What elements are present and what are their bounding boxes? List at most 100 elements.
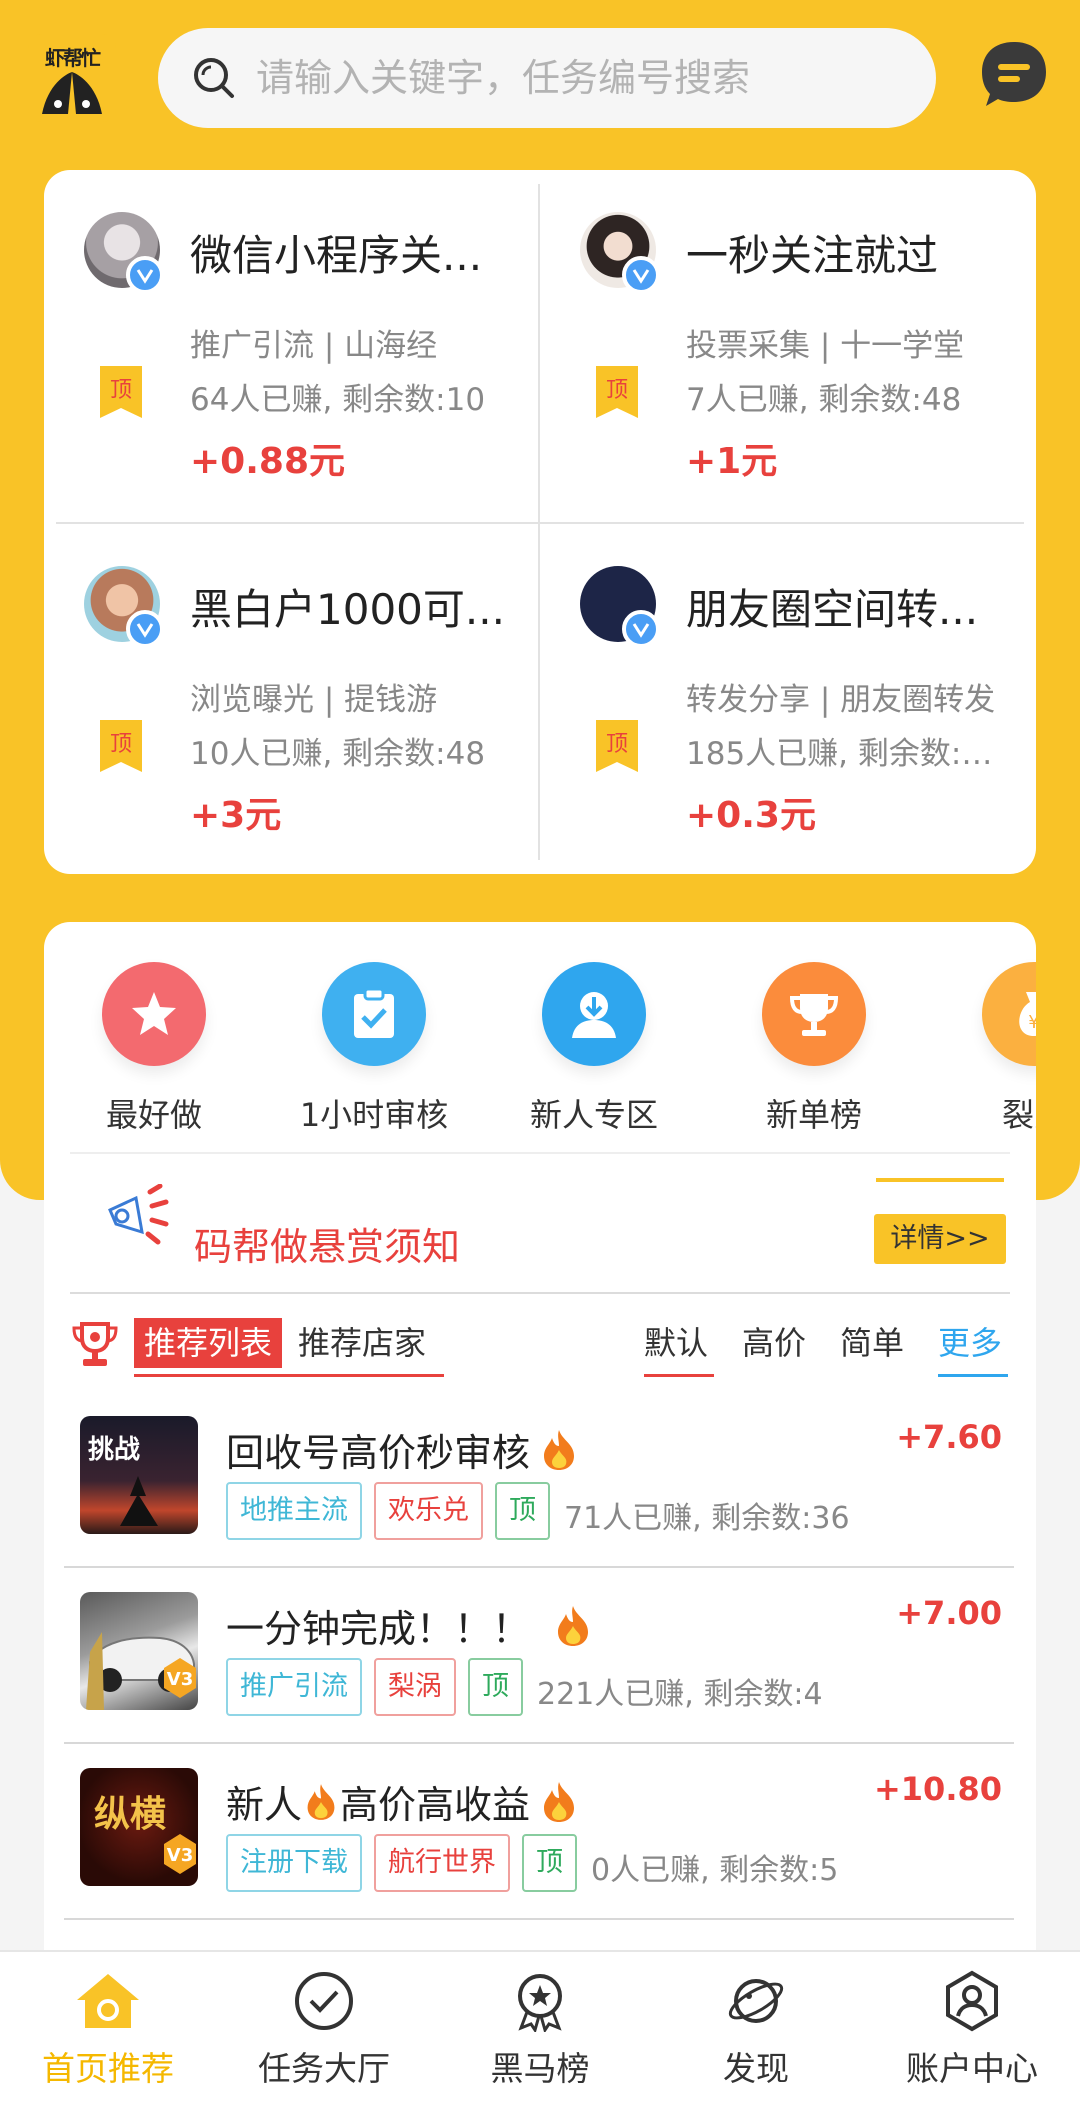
task-thumbnail: V3 (80, 1592, 198, 1710)
task-thumbnail: 挑战 (80, 1416, 198, 1534)
svg-text:顶: 顶 (110, 378, 132, 403)
task-reward: +0.3元 (686, 795, 816, 836)
sort-default[interactable]: 默认 (644, 1318, 708, 1368)
pinned-tasks-card: 微信小程序关... 顶 推广引流 | 山海经 64人已赚, 剩余数:10 +0.… (44, 170, 1036, 874)
tab-underline (134, 1374, 444, 1377)
task-list-item[interactable]: 挑战 回收号高价秒审核 +7.60 地推主流 欢乐兑 顶 71人已赚, 剩余数:… (64, 1392, 1014, 1568)
search-input[interactable] (256, 56, 896, 100)
task-category: 浏览曝光 | 提钱游 (190, 682, 438, 718)
task-price: +7.00 (896, 1594, 1002, 1632)
svg-text:V3: V3 (167, 1845, 193, 1866)
quick-menu-item-1h-review[interactable]: 1小时审核 (274, 962, 474, 1136)
task-reward: +1元 (686, 441, 778, 482)
nav-home[interactable]: 首页推荐 (0, 1970, 216, 2090)
nav-task-hall[interactable]: 任务大厅 (216, 1970, 432, 2090)
task-reward: +0.88元 (190, 441, 345, 482)
search-icon (194, 58, 234, 98)
svg-text:顶: 顶 (110, 732, 132, 757)
task-list-item[interactable]: V3 一分钟完成！！！ +7.00 推广引流 梨涡 顶 221人已赚, 剩余数:… (64, 1568, 1014, 1744)
tag-merchant: 欢乐兑 (374, 1482, 483, 1540)
tag-merchant: 航行世界 (374, 1834, 510, 1892)
pinned-task[interactable]: 朋友圈空间转... 顶 转发分享 | 朋友圈转发 185人已赚, 剩余数:9..… (540, 524, 1010, 864)
pinned-task[interactable]: 一秒关注就过 顶 投票采集 | 十一学堂 7人已赚, 剩余数:48 +1元 (540, 170, 1010, 510)
quick-menu-item-fission[interactable]: ¥ 裂变 (934, 962, 1036, 1136)
notice-text: 码帮做悬赏须知 (194, 1225, 461, 1269)
task-list-item[interactable]: 纵横 V3 新人 高价高收益 +10.80 注册下载 航行世界 顶 0人已赚, … (64, 1744, 1014, 1920)
person-download-icon (542, 962, 646, 1066)
tag-top: 顶 (468, 1658, 523, 1716)
task-category: 转发分享 | 朋友圈转发 (686, 682, 996, 718)
main-content: 码帮做悬赏须知 详情>> 推荐列表 推荐店家 默认 高价 简单 更多 挑战 回收… (44, 1152, 1036, 1952)
tab-recommended-shops[interactable]: 推荐店家 (298, 1318, 426, 1368)
fire-icon (544, 1781, 575, 1822)
quick-menu-item-newbie[interactable]: 新人专区 (494, 962, 694, 1136)
task-title: 一秒关注就过 (686, 231, 939, 280)
task-thumbnail: 纵横 V3 (80, 1768, 198, 1886)
details-button[interactable]: 详情>> (874, 1214, 1006, 1264)
task-tags: 地推主流 欢乐兑 顶 71人已赚, 剩余数:36 (226, 1482, 850, 1540)
divider (70, 1152, 1010, 1154)
pinned-task[interactable]: 黑白户1000可... 顶 浏览曝光 | 提钱游 10人已赚, 剩余数:48 +… (44, 524, 514, 864)
task-price: +10.80 (873, 1770, 1002, 1808)
top-pin-badge-icon: 顶 (100, 720, 142, 772)
quick-menu-item-new-ranking[interactable]: 新单榜 (714, 962, 914, 1136)
verified-icon (622, 610, 660, 648)
svg-text:V3: V3 (167, 1669, 193, 1690)
top-pin-badge-icon: 顶 (100, 366, 142, 418)
sort-more[interactable]: 更多 (938, 1318, 1002, 1368)
top-pin-badge-icon: 顶 (596, 720, 638, 772)
tag-merchant: 梨涡 (374, 1658, 456, 1716)
verified-icon (126, 256, 164, 294)
top-pin-badge-icon: 顶 (596, 366, 638, 418)
list-tabs: 推荐列表 推荐店家 默认 高价 简单 更多 (44, 1312, 1036, 1382)
quick-menu-item-easiest[interactable]: 最好做 (54, 962, 254, 1136)
divider (70, 1292, 1010, 1294)
tag-category: 注册下载 (226, 1834, 362, 1892)
sort-underline (644, 1374, 714, 1377)
pinned-task[interactable]: 微信小程序关... 顶 推广引流 | 山海经 64人已赚, 剩余数:10 +0.… (44, 170, 514, 510)
task-price: +7.60 (896, 1418, 1002, 1456)
task-title: 朋友圈空间转... (686, 585, 979, 634)
tag-category: 推广引流 (226, 1658, 362, 1716)
trophy-icon (72, 1322, 118, 1366)
svg-text:顶: 顶 (606, 732, 628, 757)
task-stats: 10人已赚, 剩余数:48 (190, 736, 486, 772)
nav-account[interactable]: 账户中心 (864, 1970, 1080, 2090)
bottom-nav: 首页推荐 任务大厅 黑马榜 发现 账户中心 (0, 1950, 1080, 2103)
nav-label: 发现 (723, 2049, 789, 2088)
task-category: 投票采集 | 十一学堂 (686, 328, 965, 364)
task-stats: 0人已赚, 剩余数:5 (591, 1853, 839, 1888)
task-tags: 注册下载 航行世界 顶 0人已赚, 剩余数:5 (226, 1834, 838, 1892)
verified-icon (622, 256, 660, 294)
nav-dark-horse[interactable]: 黑马榜 (432, 1970, 648, 2090)
nav-discover[interactable]: 发现 (648, 1970, 864, 2090)
tab-recommended-list[interactable]: 推荐列表 (134, 1318, 283, 1368)
planet-icon (728, 1979, 784, 2023)
sort-simple[interactable]: 简单 (840, 1318, 904, 1368)
megaphone-icon (108, 1184, 169, 1245)
fire-icon (558, 1605, 589, 1646)
task-stats: 64人已赚, 剩余数:10 (190, 382, 486, 418)
search-bar[interactable] (158, 28, 936, 128)
tag-top: 顶 (495, 1482, 550, 1540)
quick-menu-label: 1小时审核 (299, 1096, 449, 1134)
task-stats: 221人已赚, 剩余数:4 (537, 1677, 823, 1712)
tag-top: 顶 (522, 1834, 577, 1892)
message-icon[interactable] (978, 38, 1050, 110)
task-title: 回收号高价秒审核 (226, 1422, 578, 1477)
verified-icon (126, 610, 164, 648)
app-logo[interactable]: 虾帮忙 (28, 34, 116, 122)
nav-label: 账户中心 (906, 2049, 1038, 2088)
user-hexagon-icon (946, 1970, 998, 2032)
star-icon (102, 962, 206, 1066)
notice-bar[interactable]: 码帮做悬赏须知 详情>> (44, 1152, 1036, 1294)
tag-category: 地推主流 (226, 1482, 362, 1540)
task-title: 黑白户1000可... (190, 585, 505, 634)
sort-high-price[interactable]: 高价 (742, 1318, 806, 1368)
quick-menu-label: 最好做 (105, 1096, 202, 1134)
task-category: 推广引流 | 山海经 (190, 328, 438, 364)
svg-text:顶: 顶 (606, 378, 628, 403)
task-title: 新人 高价高收益 (226, 1774, 578, 1829)
quick-menu: 最好做 1小时审核 新人专区 新单榜 ¥ 裂变 (44, 922, 1036, 1152)
decorative-line (876, 1178, 1004, 1182)
